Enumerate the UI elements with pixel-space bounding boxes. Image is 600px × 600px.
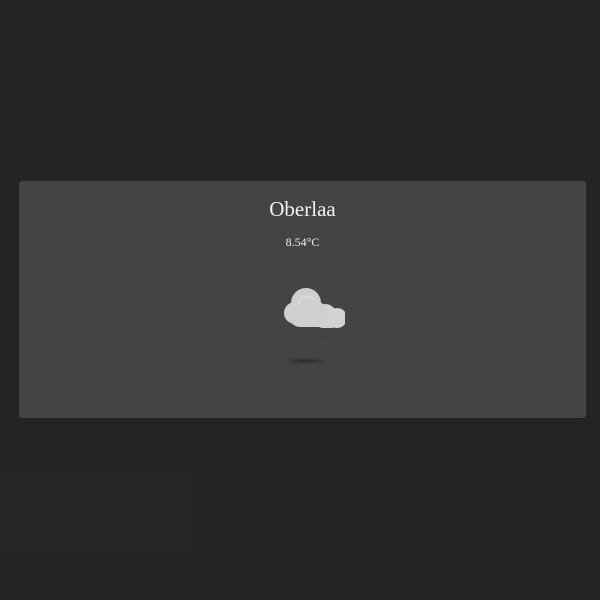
cloud-icon: [269, 288, 347, 345]
rain-drop: [322, 336, 324, 338]
cloud-front: [284, 288, 329, 327]
background-block: [0, 470, 193, 555]
rain-drop: [269, 301, 271, 303]
weather-card: Oberlaa 8.54°C: [19, 181, 586, 418]
rain-drop: [294, 343, 296, 345]
weather-icon-container: [265, 282, 347, 372]
temperature-value: 8.54°C: [285, 235, 320, 249]
city-name: Oberlaa: [269, 197, 336, 221]
